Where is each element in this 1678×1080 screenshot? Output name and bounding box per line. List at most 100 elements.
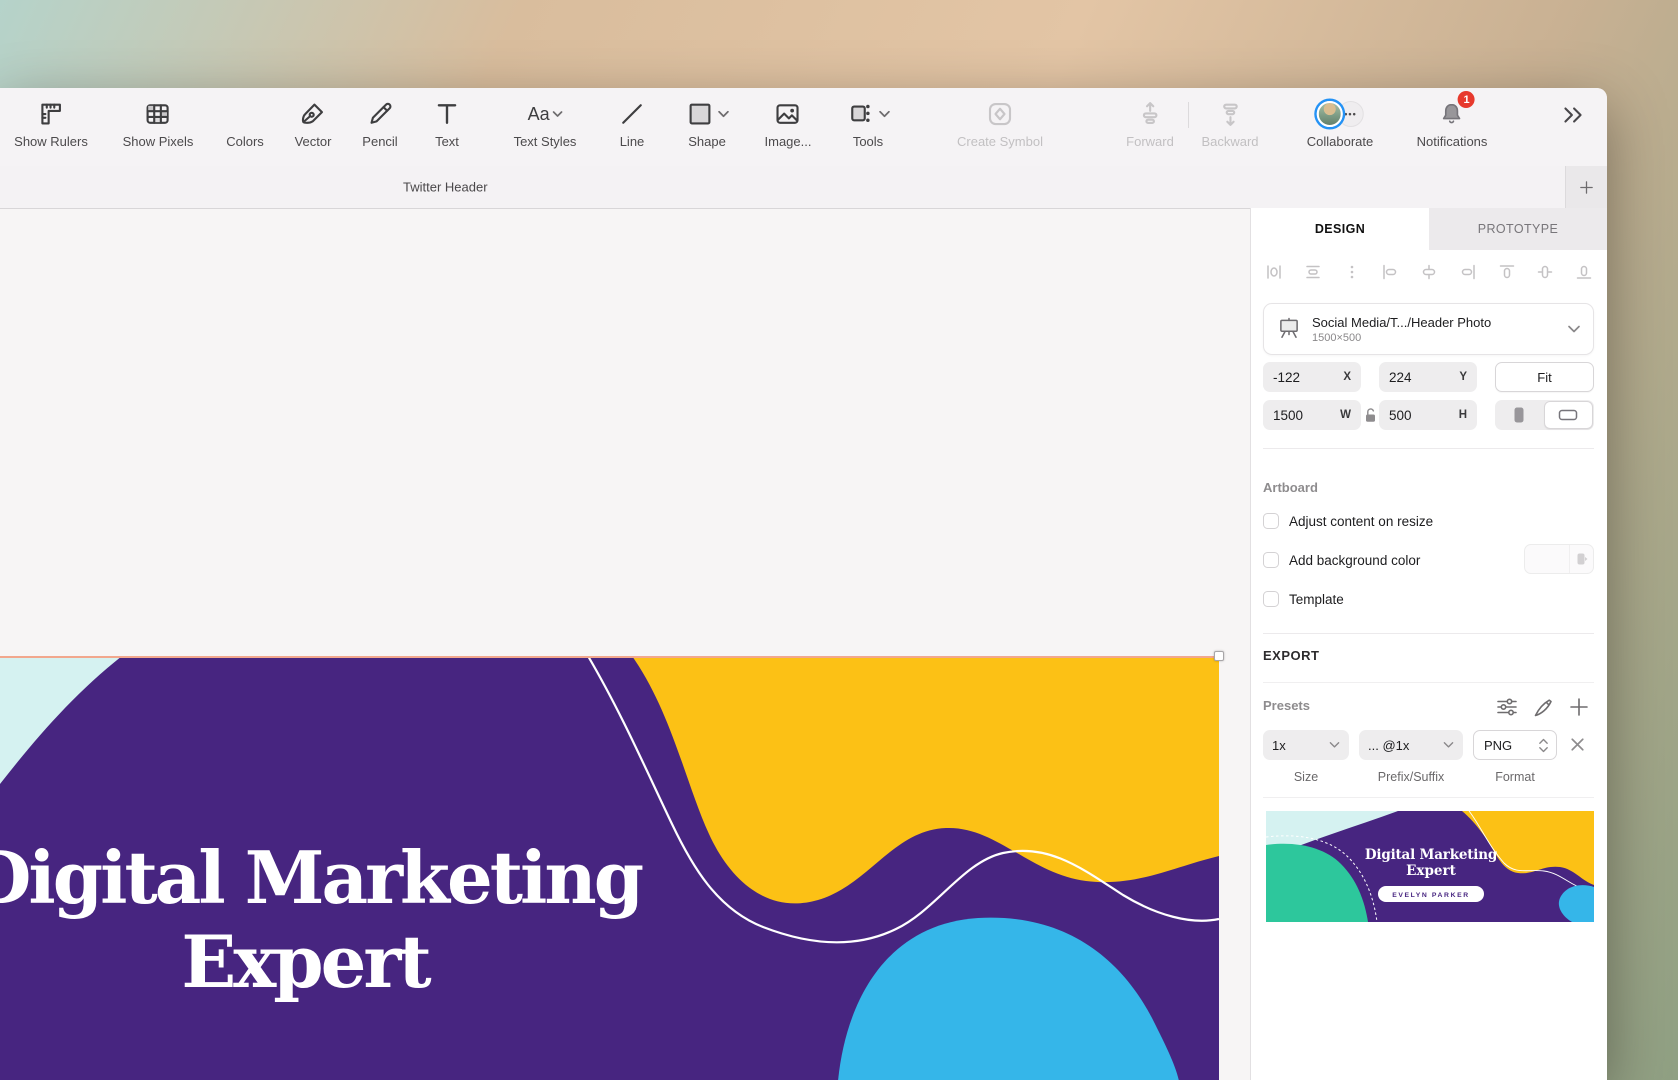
orientation-toggle (1495, 400, 1594, 430)
artboard-selection-edge (0, 656, 1219, 658)
divider (1263, 797, 1594, 798)
stepper-icon (1538, 737, 1549, 754)
toolbar-tools[interactable]: Tools (846, 96, 890, 149)
collaborate-avatar-icon: ••• (1317, 96, 1364, 132)
landscape-option-selected[interactable] (1544, 401, 1594, 429)
toolbar-line[interactable]: Line (617, 96, 647, 149)
checkbox-unchecked[interactable] (1263, 513, 1279, 529)
toolbar-label: Pencil (362, 134, 397, 149)
portrait-option[interactable] (1495, 400, 1543, 430)
width-value: 1500 (1273, 408, 1303, 423)
toolbar-backward[interactable]: Backward (1201, 96, 1258, 149)
toolbar-forward[interactable]: Forward (1126, 96, 1174, 149)
toolbar-overflow-button[interactable] (1556, 100, 1590, 130)
toolbar-label: Forward (1126, 134, 1174, 149)
x-position-field[interactable]: -122 X (1263, 362, 1361, 392)
toolbar-show-rulers[interactable]: Show Rulers (14, 96, 88, 149)
toolbar-image[interactable]: Image... (765, 96, 812, 149)
toolbar-divider (1188, 102, 1189, 128)
export-format-stepper[interactable]: PNG (1473, 730, 1557, 760)
checkbox-template[interactable]: Template (1263, 588, 1344, 610)
toolbar-pencil[interactable]: Pencil (362, 96, 397, 149)
toolbar-collaborate[interactable]: ••• Collaborate (1307, 96, 1374, 149)
text-styles-icon: Aa (526, 96, 564, 132)
artboard-header-photo[interactable]: Digital Marketing Expert (0, 656, 1219, 1080)
headline-line1: Digital Marketing (0, 836, 645, 920)
export-preview-thumbnail[interactable]: Digital Marketing Expert EVELYN PARKER (1266, 811, 1594, 922)
new-tab-button[interactable] (1565, 166, 1607, 208)
align-bottom-icon[interactable] (1575, 263, 1593, 281)
canvas[interactable]: Digital Marketing Expert (0, 208, 1250, 1080)
align-right-icon[interactable] (1459, 263, 1477, 281)
landscape-icon (1558, 409, 1578, 421)
toolbar-show-pixels[interactable]: Show Pixels (123, 96, 194, 149)
toolbar-notifications[interactable]: 1 Notifications (1417, 96, 1488, 149)
preview-line2: Expert (1406, 863, 1456, 879)
format-value: PNG (1484, 738, 1512, 753)
layer-selector-dropdown[interactable]: Social Media/T.../Header Photo 1500×500 (1263, 303, 1594, 355)
height-value: 500 (1389, 408, 1412, 423)
tab-design[interactable]: DESIGN (1251, 208, 1429, 250)
toolbar-create-symbol[interactable]: Create Symbol (957, 96, 1043, 149)
divider (1263, 633, 1594, 634)
export-section-heading: EXPORT (1263, 648, 1319, 663)
toolbar: Show Rulers Show Pixels Colors Vector Pe… (0, 88, 1607, 166)
slice-knife-icon[interactable] (1532, 696, 1554, 718)
toolbar-label: Notifications (1417, 134, 1488, 149)
toolbar-label: Line (620, 134, 645, 149)
sketch-window: Show Rulers Show Pixels Colors Vector Pe… (0, 88, 1607, 1080)
toolbar-text[interactable]: Text (432, 96, 462, 149)
headline-line2: Expert (0, 920, 645, 1004)
image-icon (773, 96, 803, 132)
checkbox-label: Template (1289, 592, 1344, 607)
export-prefix-dropdown[interactable]: ... @1x (1359, 730, 1463, 760)
y-position-field[interactable]: 224 Y (1379, 362, 1477, 392)
toolbar-label: Create Symbol (957, 134, 1043, 149)
toolbar-shape[interactable]: Shape (685, 96, 729, 149)
selection-handle[interactable] (1214, 651, 1224, 661)
divider (1263, 448, 1594, 449)
more-options-icon[interactable] (1343, 263, 1361, 281)
document-tab-twitter-header[interactable]: Twitter Header (403, 180, 488, 195)
lock-aspect-icon[interactable] (1363, 406, 1378, 427)
toolbar-text-styles[interactable]: Aa Text Styles (514, 96, 577, 149)
checkbox-background-color[interactable]: Add background color (1263, 549, 1420, 571)
pen-nib-icon (298, 96, 328, 132)
width-field[interactable]: 1500 W (1263, 400, 1361, 430)
distribute-horizontally-icon[interactable] (1265, 263, 1283, 281)
export-settings-icon[interactable] (1496, 696, 1518, 718)
export-size-dropdown[interactable]: 1x (1263, 730, 1349, 760)
toolbar-label: Vector (295, 134, 332, 149)
background-color-swatch[interactable] (1524, 544, 1594, 574)
toolbar-label: Text Styles (514, 134, 577, 149)
checkbox-unchecked[interactable] (1263, 591, 1279, 607)
align-left-icon[interactable] (1381, 263, 1399, 281)
y-value: 224 (1389, 370, 1412, 385)
align-vertical-center-icon[interactable] (1536, 263, 1554, 281)
remove-preset-button[interactable] (1568, 735, 1587, 757)
x-label: X (1343, 371, 1351, 383)
x-value: -122 (1273, 370, 1300, 385)
checkbox-unchecked[interactable] (1263, 552, 1279, 568)
toolbar-label: Collaborate (1307, 134, 1374, 149)
toolbar-vector[interactable]: Vector (295, 96, 332, 149)
toolbar-colors[interactable]: Colors (226, 96, 264, 149)
size-value: 1x (1272, 738, 1286, 753)
toolbar-label: Image... (765, 134, 812, 149)
add-preset-icon[interactable] (1568, 696, 1590, 718)
checkbox-adjust-content[interactable]: Adjust content on resize (1263, 510, 1433, 532)
toolbar-label: Show Pixels (123, 134, 194, 149)
tools-icon (846, 96, 890, 132)
fit-button[interactable]: Fit (1495, 362, 1594, 392)
color-wheel-icon (231, 96, 258, 132)
tab-prototype[interactable]: PROTOTYPE (1429, 208, 1607, 250)
prefix-caption: Prefix/Suffix (1359, 770, 1463, 784)
line-tool-icon (617, 96, 647, 132)
chevron-down-icon (1567, 322, 1581, 337)
align-horizontal-center-icon[interactable] (1420, 263, 1438, 281)
chevron-down-icon (1329, 741, 1340, 749)
align-top-icon[interactable] (1498, 263, 1516, 281)
distribute-vertically-icon[interactable] (1304, 263, 1322, 281)
toolbar-label: Show Rulers (14, 134, 88, 149)
height-field[interactable]: 500 H (1379, 400, 1477, 430)
